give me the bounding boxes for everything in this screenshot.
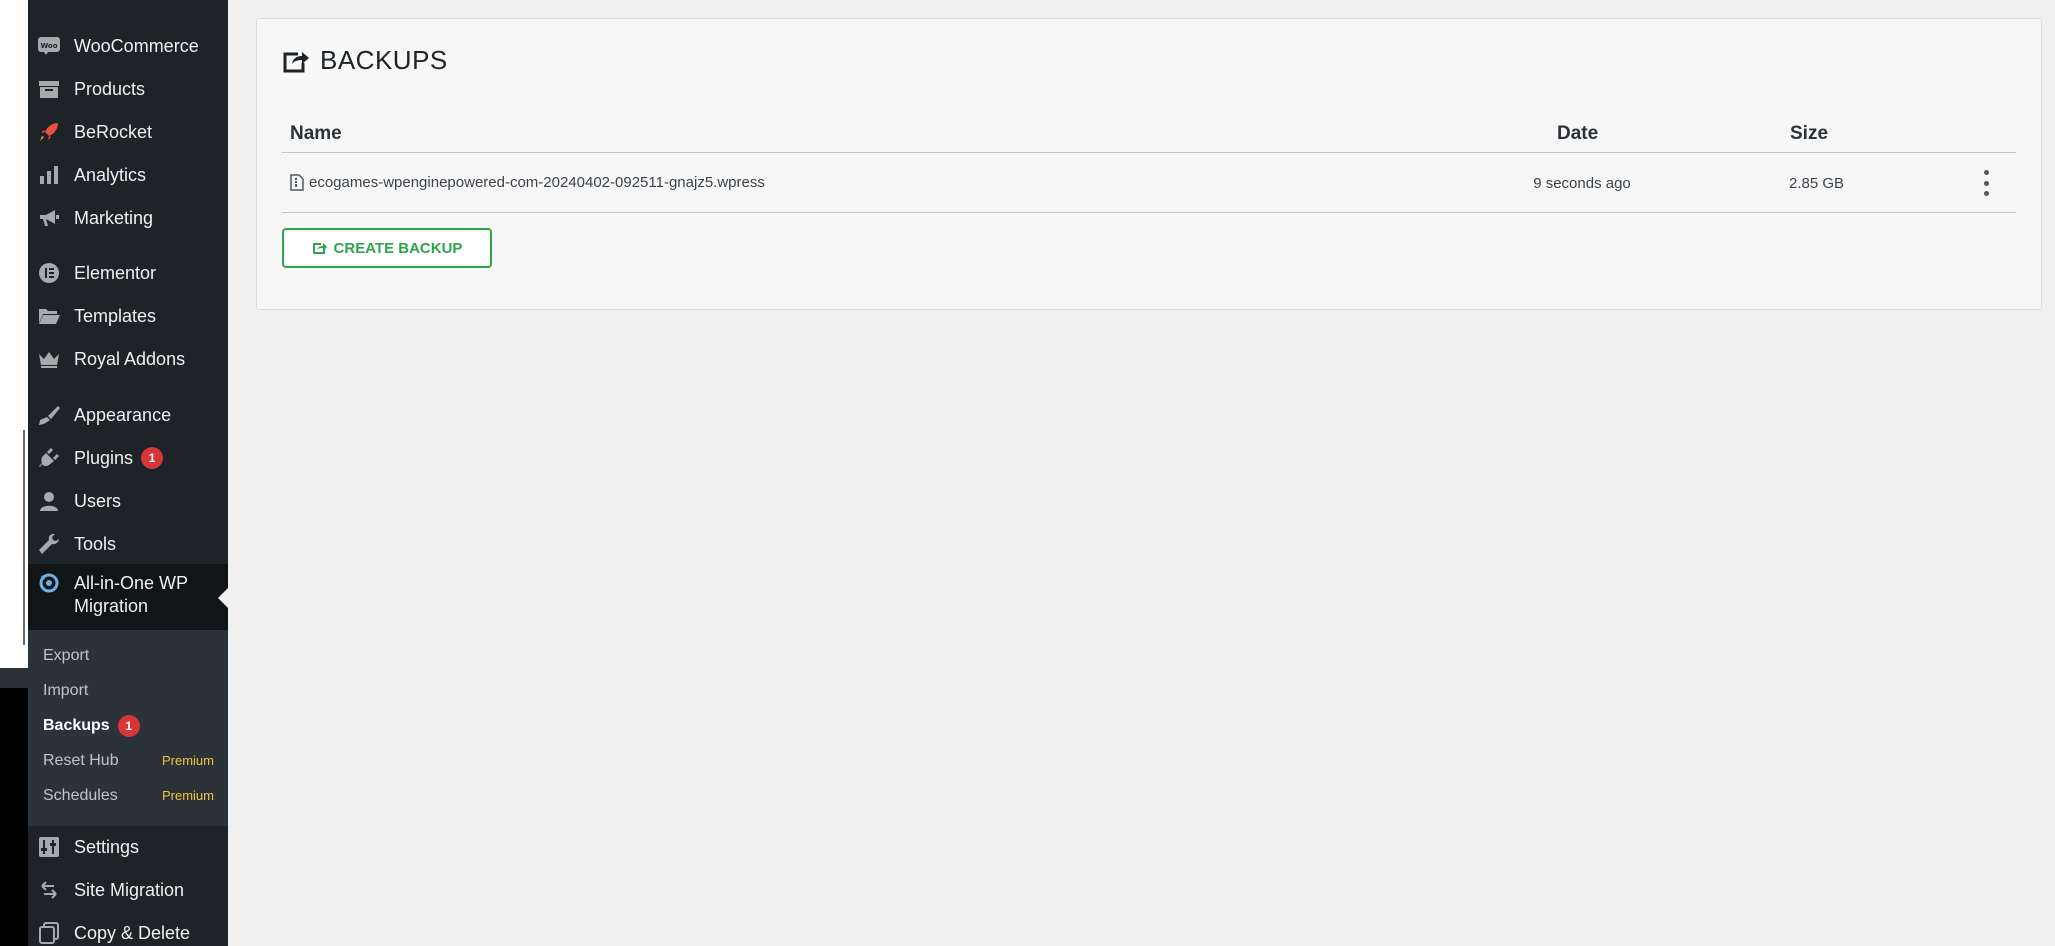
menu-royal-addons[interactable]: Royal Addons: [28, 339, 228, 379]
brush-icon: [38, 404, 60, 426]
create-backup-button[interactable]: CREATE BACKUP: [282, 228, 492, 268]
submenu-label: Schedules: [43, 786, 118, 804]
table-row: ecogames-wpenginepowered-com-20240402-09…: [282, 154, 2016, 213]
menu-label: BeRocket: [74, 121, 153, 142]
menu-appearance[interactable]: Appearance: [28, 395, 228, 435]
menu-woocommerce[interactable]: Woo WooCommerce: [28, 26, 228, 66]
rocket-icon: [38, 121, 60, 143]
backup-date: 9 seconds ago: [1533, 175, 1631, 192]
menu-berocket[interactable]: BeRocket: [28, 112, 228, 152]
wrench-icon: [38, 533, 60, 555]
settings-icon: [38, 836, 60, 858]
more-actions-icon[interactable]: [1980, 170, 1992, 196]
menu-all-in-one-wp-migration[interactable]: All-in-One WP Migration: [28, 564, 228, 630]
backup-name-cell: ecogames-wpenginepowered-com-20240402-09…: [290, 174, 765, 191]
menu-label: Settings: [74, 836, 140, 857]
bar-chart-icon: [38, 164, 60, 186]
woo-icon: Woo: [38, 35, 60, 57]
submenu-export[interactable]: Export: [28, 638, 228, 673]
column-date: Date: [1557, 123, 1599, 144]
dark-band: [0, 668, 28, 688]
menu-analytics[interactable]: Analytics: [28, 155, 228, 195]
submenu-label: Reset Hub: [43, 751, 119, 769]
title-text: BACKUPS: [320, 45, 448, 75]
plugins-update-badge: 1: [141, 447, 164, 469]
elementor-icon: [38, 262, 60, 284]
menu-label: Users: [74, 490, 122, 511]
menu-label: WooCommerce: [74, 35, 199, 56]
submenu-label: Export: [43, 646, 90, 664]
menu-label: Marketing: [74, 207, 154, 228]
dark-region: [0, 668, 28, 946]
current-menu-arrow: [218, 588, 228, 608]
menu-label: Plugins: [74, 447, 134, 468]
plug-icon: [38, 447, 60, 469]
menu-products[interactable]: Products: [28, 69, 228, 109]
menu-label: Copy & Delete: [74, 922, 191, 943]
menu-elementor[interactable]: Elementor: [28, 253, 228, 293]
menu-settings[interactable]: Settings: [28, 827, 228, 867]
menu-label: Analytics: [74, 164, 147, 185]
migration-submenu: Export Import Backups 1 Reset Hub Premiu…: [28, 630, 228, 826]
scroll-line: [23, 430, 25, 645]
submenu-label: Import: [43, 681, 89, 699]
menu-label: Site Migration: [74, 879, 185, 900]
export-icon: [312, 241, 328, 255]
submenu-label: Backups: [43, 716, 110, 734]
premium-tag: Premium: [161, 788, 214, 803]
crown-icon: [38, 348, 60, 370]
page-title: BACKUPS: [282, 45, 448, 76]
copy-icon: [38, 922, 60, 944]
menu-label: Royal Addons: [74, 348, 186, 369]
menu-users[interactable]: Users: [28, 481, 228, 521]
submenu-reset-hub[interactable]: Reset Hub Premium: [28, 743, 228, 778]
premium-tag: Premium: [161, 753, 214, 768]
migration-icon: [38, 572, 60, 594]
column-name: Name: [290, 123, 342, 144]
admin-sidebar: Woo WooCommerce Products BeRocket Analyt…: [28, 0, 228, 946]
export-box-icon: [282, 48, 310, 74]
backups-panel: BACKUPS Name Date Size ecogames-wpengine…: [256, 18, 2042, 310]
menu-label: All-in-One WP Migration: [74, 573, 188, 616]
submenu-backups[interactable]: Backups 1: [28, 708, 228, 743]
arrows-swap-icon: [38, 879, 60, 901]
svg-text:Woo: Woo: [40, 42, 57, 50]
file-archive-icon: [290, 174, 304, 191]
submenu-import[interactable]: Import: [28, 673, 228, 708]
backups-count-badge: 1: [117, 714, 140, 737]
menu-label: Tools: [74, 533, 117, 554]
menu-copy-delete[interactable]: Copy & Delete: [28, 913, 228, 946]
user-icon: [38, 490, 60, 512]
menu-plugins[interactable]: Plugins 1: [28, 438, 228, 478]
archive-icon: [38, 78, 60, 100]
menu-label: Appearance: [74, 404, 172, 425]
megaphone-icon: [38, 207, 60, 229]
submenu-schedules[interactable]: Schedules Premium: [28, 778, 228, 813]
menu-label: Templates: [74, 305, 157, 326]
backups-table-header: Name Date Size: [282, 105, 2016, 153]
folder-icon: [38, 305, 60, 327]
menu-templates[interactable]: Templates: [28, 296, 228, 336]
menu-marketing[interactable]: Marketing: [28, 198, 228, 238]
backup-filename[interactable]: ecogames-wpenginepowered-com-20240402-09…: [309, 174, 765, 191]
menu-site-migration[interactable]: Site Migration: [28, 870, 228, 910]
left-edge-strip: [0, 0, 28, 946]
menu-tools[interactable]: Tools: [28, 524, 228, 564]
create-backup-label: CREATE BACKUP: [333, 239, 463, 257]
column-size: Size: [1790, 123, 1829, 144]
menu-label: Products: [74, 78, 146, 99]
backup-size: 2.85 GB: [1789, 175, 1845, 192]
menu-label: Elementor: [74, 262, 157, 283]
